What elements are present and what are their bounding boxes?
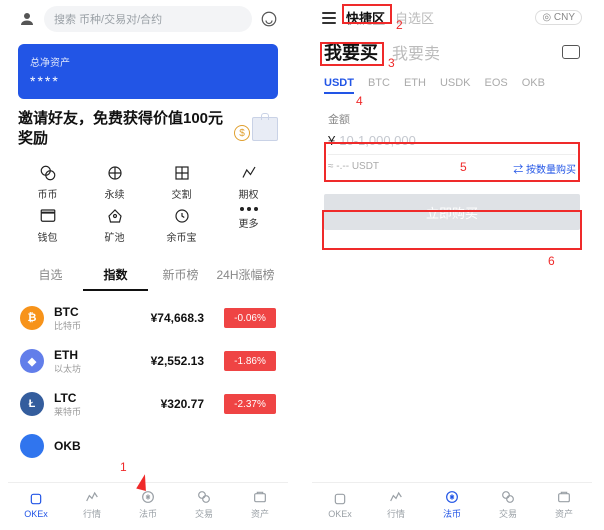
support-icon[interactable] <box>260 10 278 28</box>
nav-4[interactable]: 资产 <box>536 483 592 526</box>
buy-by-qty-link[interactable]: ⇄ 按数量购买 <box>513 161 576 176</box>
scan-icon[interactable] <box>562 45 580 59</box>
currency-badge[interactable]: ◎ CNY <box>535 10 582 25</box>
grid-item-0[interactable]: 币币 <box>14 164 81 201</box>
nav-1[interactable]: 行情 <box>64 483 120 526</box>
nav-3[interactable]: 交易 <box>176 483 232 526</box>
grid-item-3[interactable]: 期权 <box>215 164 282 201</box>
amount-input[interactable] <box>339 133 576 148</box>
nav-1[interactable]: 行情 <box>368 483 424 526</box>
amount-estimate: ≈ -.-- USDT <box>328 161 379 176</box>
coin-tab-USDK[interactable]: USDK <box>440 77 471 89</box>
nav-0[interactable]: OKEx <box>8 483 64 526</box>
grid-item-6[interactable]: 余币宝 <box>148 207 215 244</box>
nav-0[interactable]: OKEx <box>312 483 368 526</box>
grid-item-7[interactable]: 更多 <box>215 207 282 244</box>
nav-3[interactable]: 交易 <box>480 483 536 526</box>
tab-sell[interactable]: 我要卖 <box>392 40 440 64</box>
grid-item-5[interactable]: 矿池 <box>81 207 148 244</box>
zone-custom[interactable]: 自选区 <box>395 8 434 27</box>
nav-2[interactable]: 法币 <box>120 483 176 526</box>
nav-4[interactable]: 资产 <box>232 483 288 526</box>
coin-tab-USDT[interactable]: USDT <box>324 77 354 89</box>
zone-quick[interactable]: 快捷区 <box>346 8 385 27</box>
amount-label: 金额 <box>328 111 576 127</box>
market-tab-1[interactable]: 指数 <box>83 260 148 291</box>
tab-buy[interactable]: 我要买 <box>324 39 378 65</box>
grid-item-1[interactable]: 永续 <box>81 164 148 201</box>
profile-icon[interactable] <box>18 10 36 28</box>
buy-now-button[interactable]: 立即购买 <box>324 194 580 230</box>
grid-item-2[interactable]: 交割 <box>148 164 215 201</box>
market-tab-2[interactable]: 新币榜 <box>148 260 213 291</box>
grid-item-4[interactable]: 钱包 <box>14 207 81 244</box>
nav-2[interactable]: 法币 <box>424 483 480 526</box>
coin-row-OKB[interactable]: OKB <box>8 426 288 466</box>
coin-row-BTC[interactable]: ₿BTC比特币¥74,668.3-0.06% <box>8 297 288 340</box>
coin-row-ETH[interactable]: ◆ETH以太坊¥2,552.13-1.86% <box>8 340 288 383</box>
coin-tab-OKB[interactable]: OKB <box>522 77 545 89</box>
coin-tab-ETH[interactable]: ETH <box>404 77 426 89</box>
coin-row-LTC[interactable]: ŁLTC莱特币¥320.77-2.37% <box>8 383 288 426</box>
gift-icon: $ <box>234 117 278 141</box>
coin-tab-BTC[interactable]: BTC <box>368 77 390 89</box>
coin-tab-EOS[interactable]: EOS <box>485 77 508 89</box>
invite-card[interactable]: 邀请好友，免费获得价值100元奖励 $ <box>18 109 278 150</box>
search-input[interactable]: 搜索 币种/交易对/合约 <box>44 6 252 32</box>
assets-banner[interactable]: 总净资产 **** <box>18 44 278 99</box>
market-tab-0[interactable]: 自选 <box>18 260 83 291</box>
menu-icon[interactable] <box>322 12 336 24</box>
market-tab-3[interactable]: 24H涨幅榜 <box>213 260 278 291</box>
